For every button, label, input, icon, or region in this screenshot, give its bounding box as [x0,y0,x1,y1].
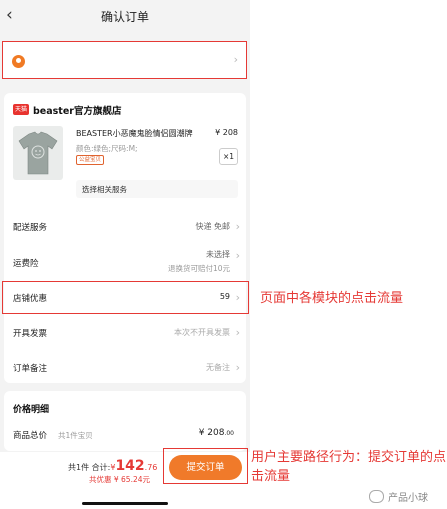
charity-tag: 公益宝贝 [76,155,105,165]
submit-order-button[interactable]: 提交订单 [169,455,242,480]
product-spec: 颜色:绿色;尺码:M; [76,144,138,153]
chevron-right-icon: › [233,53,238,66]
chevron-right-icon: › [82,183,85,192]
order-confirm-screen: ‹ 确认订单 › 天猫 beaster官方旗舰店 BEASTER小恶魔鬼脸情侣圆… [0,0,250,509]
total-goods-label: 商品总价 [13,431,48,441]
chevron-right-icon: › [235,361,240,374]
shipping-insurance-row[interactable]: 运费险 未选择 退换货可赔付10元 › [4,248,246,278]
shipping-insurance-sub: 退换货可赔付10元 [167,264,230,273]
chevron-right-icon: › [235,326,240,339]
watermark: 产品小球 [369,489,428,504]
nav-bar: ‹ 确认订单 [0,0,250,32]
item-count: 共1件 [68,463,90,472]
watermark-text: 产品小球 [388,493,428,504]
annotation-module-clicks: 页面中各模块的点击流量 [260,291,404,306]
annotation-submit-clicks: 用户主要路径行为：提交订单的点击流量 [251,450,447,484]
wechat-icon [369,490,384,503]
goods-amount: ¥ 208.00 [198,428,234,438]
address-selector[interactable]: › [2,41,247,79]
store-name[interactable]: beaster官方旗舰店 [33,103,121,117]
delivery-row[interactable]: 配送服务 快递 免邮 › [4,216,246,238]
invoice-row[interactable]: 开具发票 本次不开具发票 › [4,322,246,344]
location-pin-icon [12,55,25,68]
page-title: 确认订单 [100,10,149,24]
delivery-label: 配送服务 [13,223,48,233]
select-service-row[interactable]: 选择相关服务 › [76,180,238,198]
delivery-value: 快递 免邮 [195,222,230,231]
discount-summary: 共优惠 ¥ 65.24元 [89,475,151,484]
remark-value: 无备注 [206,363,230,372]
total-line: 共1件 合计:¥142.76 [68,458,157,474]
total-amount: 142 [115,458,145,474]
chevron-right-icon: › [235,220,240,233]
total-cents: .76 [144,463,158,472]
store-discount-highlight [2,281,249,314]
shipping-insurance-label: 运费险 [13,259,39,269]
chevron-right-icon: › [235,249,240,262]
home-indicator [82,502,168,505]
quantity-stepper[interactable]: ×1 [219,148,238,165]
invoice-value: 本次不开具发票 [174,328,230,337]
goods-count: 共1件宝贝 [58,431,93,440]
invoice-label: 开具发票 [13,329,48,339]
product-name[interactable]: BEASTER小恶魔鬼脸情侣圆潮牌 [76,128,201,139]
price-detail-card: 价格明细 商品总价 共1件宝贝 ¥ 208.00 [4,391,246,451]
tmall-logo: 天猫 [13,104,29,115]
product-price: ¥ 208 [215,128,238,137]
shipping-insurance-value: 未选择 [206,250,230,259]
total-label: 合计: [91,463,111,472]
tshirt-icon [18,131,58,175]
price-detail-title: 价格明细 [13,405,50,415]
remark-row[interactable]: 订单备注 无备注 › [4,357,246,379]
remark-label: 订单备注 [13,364,48,374]
product-image[interactable] [13,126,63,180]
